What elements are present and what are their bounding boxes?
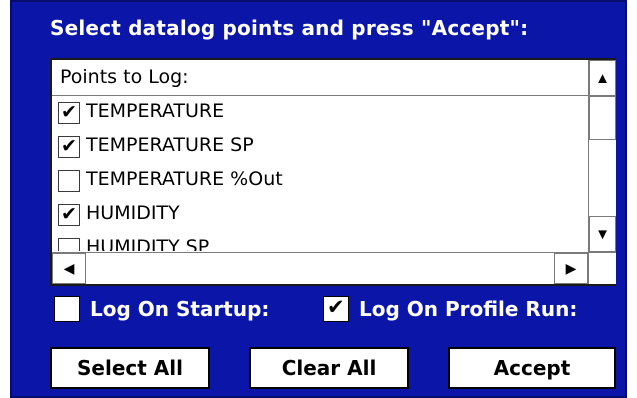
list-item-label: TEMPERATURE [86, 100, 225, 122]
list-item-label: HUMIDITY SP [86, 236, 210, 251]
log-on-startup-checkbox[interactable] [54, 296, 80, 322]
list-item-checkbox[interactable] [58, 203, 80, 226]
list-item-humidity[interactable]: HUMIDITY [52, 198, 588, 232]
scrollbar-corner [588, 252, 616, 284]
dialog-title: Select datalog points and press "Accept"… [50, 16, 529, 40]
list-item-humidity-sp[interactable]: HUMIDITY SP [52, 232, 588, 251]
vertical-scroll-thumb[interactable] [589, 96, 616, 140]
list-item-temperature-out[interactable]: TEMPERATURE %Out [52, 164, 588, 198]
clear-all-button[interactable]: Clear All [249, 347, 409, 389]
list-header: Points to Log: [52, 60, 588, 96]
right-arrow-icon: ▶ [565, 260, 577, 276]
accept-button[interactable]: Accept [448, 347, 616, 389]
datalog-dialog: Select datalog points and press "Accept"… [10, 0, 627, 398]
list-header-label: Points to Log: [60, 66, 189, 88]
list-item-temperature-sp[interactable]: TEMPERATURE SP [52, 130, 588, 164]
log-on-profile-run-checkbox[interactable] [323, 295, 349, 322]
horizontal-scrollbar[interactable]: ◀ ▶ [52, 252, 588, 284]
list-item-checkbox[interactable] [58, 135, 80, 158]
down-arrow-icon: ▼ [595, 225, 610, 243]
list-item-temperature[interactable]: TEMPERATURE [52, 96, 588, 130]
list-item-checkbox[interactable] [58, 170, 80, 192]
log-on-startup-label: Log On Startup: [90, 297, 270, 321]
scroll-up-button[interactable]: ▲ [589, 60, 616, 96]
list-item-label: TEMPERATURE SP [86, 134, 254, 156]
select-all-button[interactable]: Select All [50, 347, 210, 389]
up-arrow-icon: ▲ [595, 69, 610, 87]
left-arrow-icon: ◀ [63, 260, 75, 276]
scroll-left-button[interactable]: ◀ [52, 253, 86, 284]
log-on-profile-run-label: Log On Profile Run: [359, 297, 578, 321]
vertical-scrollbar[interactable]: ▲ ▼ [588, 60, 616, 252]
list-item-label: TEMPERATURE %Out [86, 168, 283, 190]
list-item-checkbox[interactable] [58, 238, 80, 251]
list-item-checkbox[interactable] [58, 101, 80, 124]
points-listbox[interactable]: Points to Log: TEMPERATURE TEMPERATURE S… [50, 58, 616, 286]
scroll-down-button[interactable]: ▼ [589, 216, 616, 252]
list-item-label: HUMIDITY [86, 202, 180, 224]
points-list: TEMPERATURE TEMPERATURE SP TEMPERATURE %… [52, 96, 588, 251]
scroll-right-button[interactable]: ▶ [554, 253, 588, 284]
